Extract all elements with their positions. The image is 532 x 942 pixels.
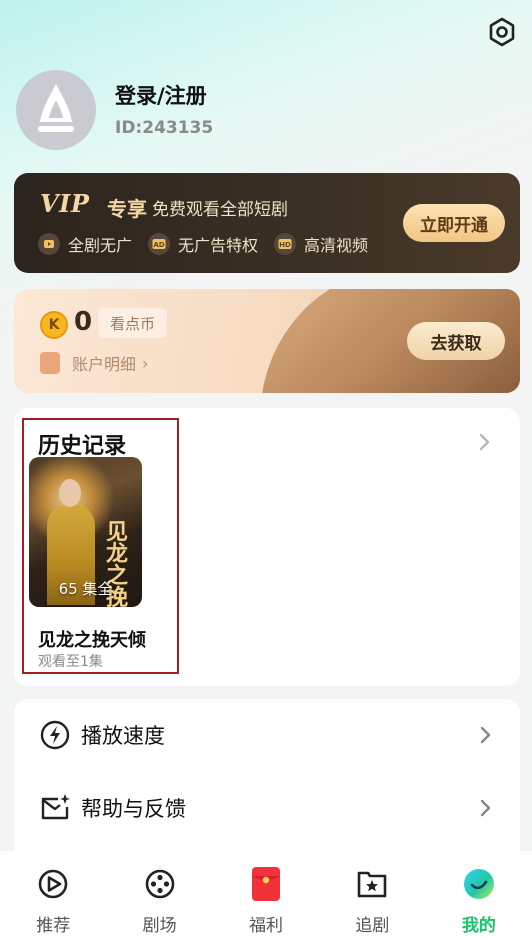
avatar[interactable] <box>16 70 96 150</box>
svg-text:AD: AD <box>153 241 164 249</box>
svg-text:HD: HD <box>279 241 291 249</box>
vip-description: 免费观看全部短剧 <box>152 200 288 220</box>
chevron-right-icon <box>480 726 491 744</box>
settings-row-playback-speed[interactable]: 播放速度 <box>14 699 520 771</box>
nav-label: 福利 <box>249 916 284 936</box>
nav-item-recommend[interactable]: 推荐 <box>0 851 106 942</box>
drama-title[interactable]: 见龙之挽天倾 <box>38 626 146 652</box>
vip-feature-label: 全剧无广 <box>68 236 133 255</box>
coin-amount: 0 <box>74 307 93 337</box>
settings-row-label: 播放速度 <box>81 724 165 748</box>
account-detail-label: 账户明细 <box>72 355 137 374</box>
coin-unit-label: 看点币 <box>98 308 168 338</box>
play-circle-icon <box>36 867 70 901</box>
vip-feature-hd: HD 高清视频 <box>274 232 368 256</box>
hd-icon: HD <box>274 233 297 255</box>
play-icon <box>38 233 60 255</box>
mail-sparkle-icon <box>41 794 70 820</box>
watch-progress: 观看至1集 <box>38 654 103 670</box>
vip-card[interactable]: VIP 专享 免费观看全部短剧 全剧无广 AD 无广告特权 HD 高清视频 立即… <box>14 173 520 273</box>
history-card: 历史记录 见龙之挽 65 集全 见龙之挽天倾 观看至1集 <box>14 408 520 686</box>
coin-icon: K <box>40 311 68 339</box>
nav-item-mine[interactable]: 我的 <box>426 851 532 942</box>
nav-item-theater[interactable]: 剧场 <box>106 851 212 942</box>
user-id: ID:243135 <box>115 118 214 138</box>
nav-label: 剧场 <box>142 916 177 936</box>
red-envelope-icon <box>249 867 283 901</box>
vip-feature-label: 无广告特权 <box>178 236 259 255</box>
default-avatar-icon <box>38 84 74 132</box>
settings-button[interactable] <box>485 15 519 49</box>
nav-item-following[interactable]: 追剧 <box>319 851 425 942</box>
vip-logo: VIP <box>40 189 89 218</box>
chevron-right-icon[interactable] <box>476 430 494 454</box>
ledger-icon <box>40 352 60 374</box>
chevron-right-icon <box>480 799 491 817</box>
episode-count: 65 集全 <box>58 580 113 598</box>
vip-feature-label: 高清视频 <box>304 236 369 255</box>
login-register-link[interactable]: 登录/注册 <box>115 80 207 110</box>
coin-card: K 0 看点币 账户明细 › 去获取 <box>14 289 520 393</box>
bottom-nav: 推荐 剧场 福利 追剧 我的 <box>0 851 532 942</box>
account-detail-link[interactable]: 账户明细 › <box>40 351 148 375</box>
chevron-right-icon: › <box>142 353 149 373</box>
vip-feature-no-ads-series: 全剧无广 <box>38 232 132 256</box>
nav-label: 我的 <box>461 916 496 936</box>
profile-icon <box>462 867 496 901</box>
settings-row-label: 帮助与反馈 <box>81 797 186 821</box>
vip-open-button[interactable]: 立即开通 <box>403 204 505 242</box>
poster-face <box>59 479 81 507</box>
history-title: 历史记录 <box>38 434 127 459</box>
nav-label: 追剧 <box>355 916 390 936</box>
gear-icon <box>489 17 515 47</box>
bookmark-star-icon <box>355 867 389 901</box>
drama-poster[interactable]: 见龙之挽 65 集全 <box>29 457 142 607</box>
ad-icon: AD <box>148 233 171 255</box>
settings-row-help-feedback[interactable]: 帮助与反馈 <box>14 772 520 844</box>
lightning-icon <box>40 720 70 750</box>
vip-feature-ad-free: AD 无广告特权 <box>148 232 258 256</box>
nav-label: 推荐 <box>36 916 71 936</box>
vip-exclusive-label: 专享 <box>107 197 147 221</box>
vip-logo-text: VIP <box>40 189 90 218</box>
film-reel-icon <box>143 867 177 901</box>
get-coins-button[interactable]: 去获取 <box>407 322 505 360</box>
vip-features: 全剧无广 AD 无广告特权 HD 高清视频 <box>38 232 384 256</box>
settings-list: 播放速度 帮助与反馈 <box>14 699 520 859</box>
nav-item-welfare[interactable]: 福利 <box>213 851 319 942</box>
